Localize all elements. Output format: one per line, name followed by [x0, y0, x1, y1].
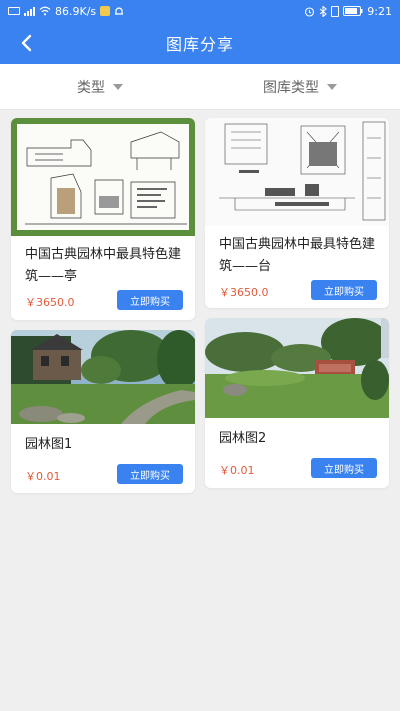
app-bar: 图库分享 [0, 22, 400, 64]
product-card[interactable]: 中国古典园林中最具特色建筑——亭 ￥3650.0 立即购买 [11, 118, 195, 320]
product-image [11, 330, 195, 424]
status-right: 9:21 [304, 5, 392, 18]
bluetooth-icon [319, 5, 328, 17]
product-name: 园林图1 [25, 437, 73, 452]
product-image [205, 318, 389, 418]
notification-icon [114, 6, 124, 16]
product-image [11, 118, 195, 236]
back-button[interactable] [14, 30, 40, 56]
dropdown-arrow-icon [113, 83, 123, 90]
wifi-icon [39, 6, 51, 16]
battery-icon [343, 6, 363, 16]
network-speed: 86.9K/s [55, 4, 97, 18]
app-notification-icon [100, 6, 111, 16]
product-card[interactable]: 园林图1 ￥0.01 立即购买 [11, 330, 195, 493]
filter-gallery-type-label: 图库类型 [263, 79, 319, 96]
dropdown-arrow-icon [327, 83, 337, 90]
product-name: 园林图2 [219, 431, 267, 446]
filter-type-label: 类型 [77, 79, 105, 96]
vibrate-icon [331, 5, 340, 17]
product-name: 中国古典园林中最具特色建筑——台 [219, 237, 376, 274]
product-price: ￥3650.0 [219, 286, 269, 299]
filter-gallery-type[interactable]: 图库类型 [200, 77, 400, 97]
sim-icon [8, 7, 20, 15]
product-price: ￥3650.0 [25, 296, 75, 309]
product-name: 中国古典园林中最具特色建筑——亭 [25, 247, 182, 284]
buy-now-button[interactable]: 立即购买 [311, 458, 377, 478]
clock: 9:21 [367, 4, 392, 18]
status-bar: 86.9K/s 9:21 [0, 0, 400, 22]
buy-now-button[interactable]: 立即购买 [117, 290, 183, 310]
filter-type[interactable]: 类型 [0, 77, 200, 97]
signal-icon [24, 6, 35, 16]
product-card[interactable]: 中国古典园林中最具特色建筑——台 ￥3650.0 立即购买 [205, 118, 389, 308]
buy-now-button[interactable]: 立即购买 [311, 280, 377, 300]
page-title: 图库分享 [165, 35, 234, 54]
product-price: ￥0.01 [25, 470, 61, 483]
status-left: 86.9K/s [8, 5, 124, 18]
chevron-left-icon [21, 34, 32, 52]
filter-bar: 类型 图库类型 [0, 64, 400, 110]
product-image [205, 118, 389, 226]
alarm-icon [304, 6, 315, 17]
buy-now-button[interactable]: 立即购买 [117, 464, 183, 484]
product-card[interactable]: 园林图2 ￥0.01 立即购买 [205, 318, 389, 488]
product-price: ￥0.01 [219, 464, 255, 477]
